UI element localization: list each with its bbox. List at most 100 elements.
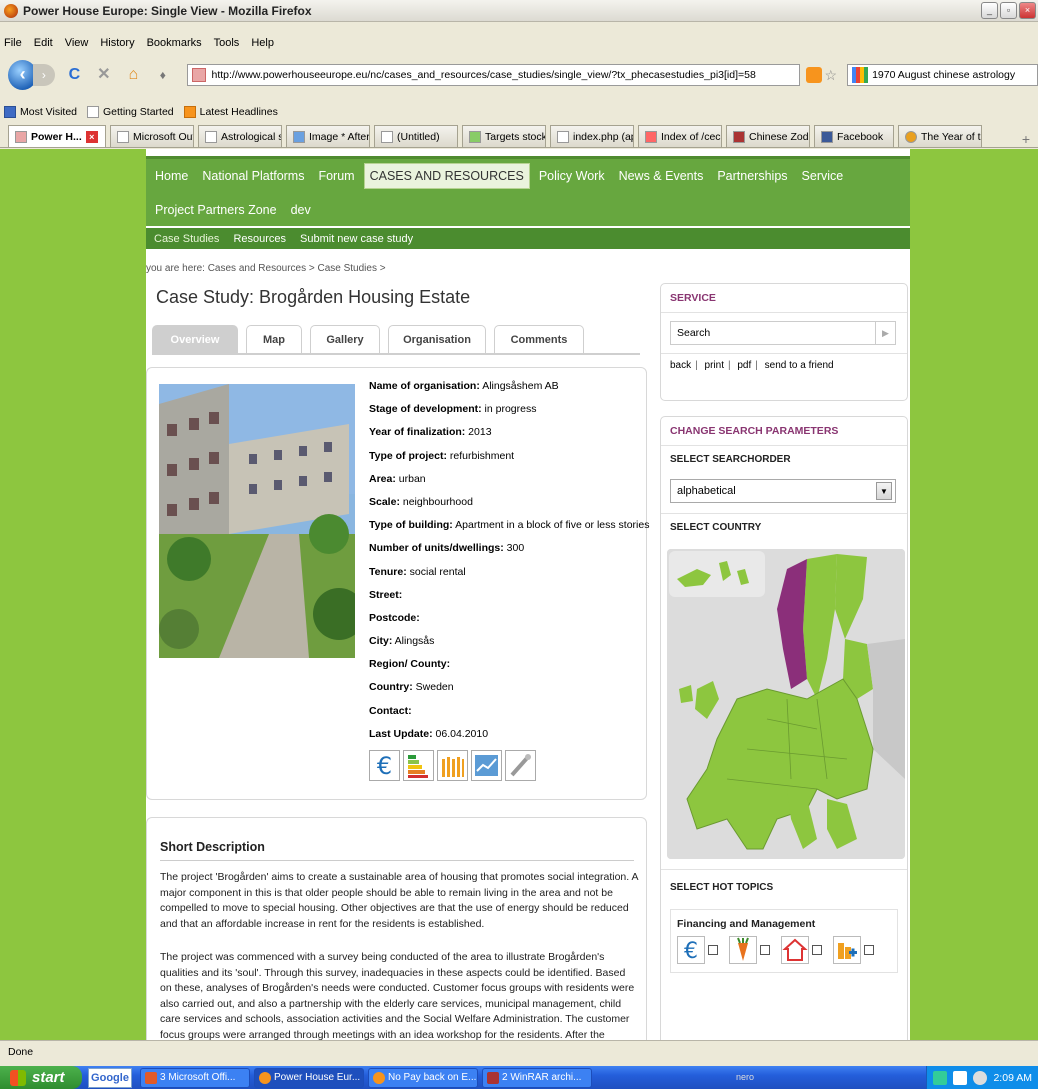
euro-icon[interactable]: € [369, 750, 400, 781]
print-link[interactable]: print [705, 360, 724, 371]
browser-tab[interactable]: The Year of th... [898, 125, 982, 147]
browser-tab[interactable]: Targets stock ... [462, 125, 546, 147]
energy-rating-icon[interactable] [403, 750, 434, 781]
home-icon[interactable]: ⌂ [124, 65, 143, 85]
property-value: refurbishment [446, 449, 515, 462]
browser-tab[interactable]: Microsoft Outl... [110, 125, 194, 147]
menu-bookmarks[interactable]: Bookmarks [147, 37, 202, 49]
clock-time: 2:09 AM [993, 1071, 1032, 1084]
property-key: Number of units/dwellings: [369, 542, 504, 555]
nav-project-partners-zone[interactable]: Project Partners Zone [150, 198, 282, 222]
topic-checkbox[interactable] [708, 945, 718, 955]
close-button[interactable]: × [1019, 2, 1036, 19]
browser-tab[interactable]: Chinese Zodia... [726, 125, 810, 147]
search-bar[interactable]: 1970 August chinese astrology [847, 64, 1038, 86]
back-link[interactable]: back [670, 360, 691, 371]
close-tab-icon[interactable]: × [85, 130, 98, 143]
sidebar-search-input[interactable]: Search ▶ [670, 321, 896, 345]
tab-comments[interactable]: Comments [494, 325, 584, 353]
tab-gallery[interactable]: Gallery [310, 325, 380, 353]
searchorder-select[interactable]: alphabetical ▼ [670, 479, 896, 503]
nav-forum[interactable]: Forum [313, 164, 359, 188]
taskbar-item[interactable]: Power House Eur... [254, 1067, 364, 1088]
stop-icon[interactable]: ✕ [94, 65, 113, 85]
topic-checkbox[interactable] [812, 945, 822, 955]
nav-dev[interactable]: dev [286, 198, 316, 222]
maximize-button[interactable]: ▫ [1000, 2, 1017, 19]
topic-financing-management: Financing and Management € [670, 909, 898, 973]
tab-favicon [645, 130, 657, 143]
topic-checkbox[interactable] [760, 945, 770, 955]
browser-tab[interactable]: Astrological si... [198, 125, 282, 147]
bookmark-most-visited[interactable]: Most Visited [4, 106, 77, 118]
google-toolbar[interactable]: Google [88, 1067, 132, 1088]
tools-icon[interactable] [505, 750, 536, 781]
firefox-icon [4, 3, 18, 18]
menu-tools[interactable]: Tools [214, 37, 240, 49]
nav-news-events[interactable]: News & Events [614, 164, 709, 188]
property-row: Number of units/dwellings: 300 [369, 542, 644, 565]
bookmark-pin-icon[interactable]: ♦ [153, 65, 172, 85]
subnav-resources[interactable]: Resources [233, 233, 286, 245]
reload-icon[interactable]: C [65, 65, 84, 85]
search-go-icon[interactable]: ▶ [875, 322, 895, 344]
minimize-button[interactable]: _ [981, 2, 998, 19]
rss-feed-icon[interactable] [805, 67, 822, 83]
tab-label: Microsoft Outl... [133, 130, 194, 143]
forward-button[interactable]: › [33, 64, 55, 86]
menu-history[interactable]: History [100, 37, 134, 49]
taskbar-item-label: 3 Microsoft Offi... [160, 1072, 236, 1083]
taskbar-item[interactable]: No Pay back on E... [368, 1067, 478, 1088]
property-row: Type of building: Apartment in a block o… [369, 519, 649, 542]
menu-file[interactable]: File [4, 37, 22, 49]
browser-tab[interactable]: Power H... × [8, 125, 106, 147]
browser-tab[interactable]: Image * After ... [286, 125, 370, 147]
bookmark-star-icon[interactable]: ☆ [825, 67, 838, 84]
nav-home[interactable]: Home [150, 164, 193, 188]
content-tabs: Overview Map Gallery Organisation Commen… [152, 323, 640, 355]
nav-national-platforms[interactable]: National Platforms [197, 164, 309, 188]
tab-map[interactable]: Map [246, 325, 302, 353]
google-icon [852, 67, 869, 83]
bookmark-latest-headlines[interactable]: Latest Headlines [183, 106, 278, 118]
nav-partnerships[interactable]: Partnerships [712, 164, 792, 188]
taskbar-item[interactable]: 3 Microsoft Offi... [140, 1067, 250, 1088]
browser-tab[interactable]: Facebook [814, 125, 894, 147]
property-row: Year of finalization: 2013 [369, 426, 644, 449]
europe-map[interactable] [667, 549, 905, 859]
browser-tab[interactable]: index.php (ap... [550, 125, 634, 147]
browser-tab[interactable]: (Untitled) [374, 125, 458, 147]
subnav-submit-case-study[interactable]: Submit new case study [300, 233, 413, 245]
new-tab-icon[interactable]: + [1022, 131, 1030, 147]
tab-overview[interactable]: Overview [152, 325, 238, 353]
menu-edit[interactable]: Edit [34, 37, 53, 49]
firefox-icon [373, 1071, 385, 1084]
subnav-case-studies[interactable]: Case Studies [154, 233, 219, 245]
carrot-icon [729, 936, 757, 964]
nav-service[interactable]: Service [797, 164, 849, 188]
bookmark-getting-started[interactable]: Getting Started [87, 106, 174, 118]
tab-favicon [293, 130, 305, 143]
tray-network-icon[interactable] [933, 1070, 948, 1085]
topic-checkbox[interactable] [864, 945, 874, 955]
tray-clock-icon[interactable] [973, 1070, 988, 1085]
menu-help[interactable]: Help [251, 37, 274, 49]
tab-organisation[interactable]: Organisation [388, 325, 486, 353]
navigation-toolbar: ‹ › C ✕ ⌂ ♦ http://www.powerhouseeurope.… [0, 55, 1038, 95]
property-key: Postcode: [369, 611, 420, 624]
tray-help-icon[interactable] [953, 1070, 968, 1085]
address-bar[interactable]: http://www.powerhouseeurope.eu/nc/cases_… [186, 64, 800, 86]
browser-tab[interactable]: Index of /ceco... [638, 125, 722, 147]
pdf-link[interactable]: pdf [737, 360, 751, 371]
nav-policy-work[interactable]: Policy Work [534, 164, 610, 188]
page-viewport: Home National Platforms Forum CASES AND … [0, 149, 1038, 1040]
taskbar-item-label: 2 WinRAR archi... [502, 1072, 582, 1083]
menu-view[interactable]: View [65, 37, 89, 49]
taskbar-item[interactable]: 2 WinRAR archi... [482, 1067, 592, 1088]
residents-icon[interactable] [437, 750, 468, 781]
nav-cases-and-resources[interactable]: CASES AND RESOURCES [363, 163, 530, 189]
property-key: Area: [369, 472, 396, 485]
chart-icon[interactable] [471, 750, 502, 781]
start-button[interactable]: start [0, 1066, 82, 1089]
send-to-friend-link[interactable]: send to a friend [765, 360, 834, 371]
